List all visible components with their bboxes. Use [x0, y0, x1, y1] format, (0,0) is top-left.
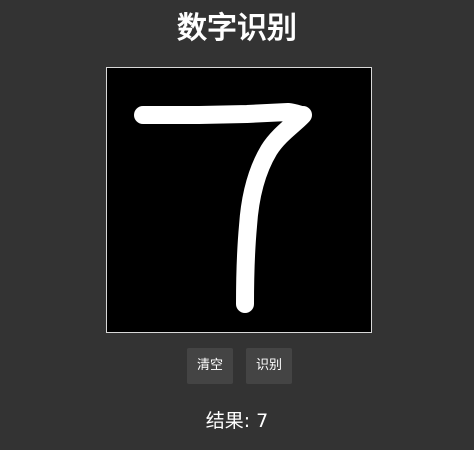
- result-value: 7: [256, 410, 269, 432]
- handwritten-stroke: [134, 103, 312, 313]
- recognize-button[interactable]: 识别: [246, 348, 292, 384]
- page-title: 数字识别: [177, 11, 297, 46]
- clear-button[interactable]: 清空: [187, 348, 233, 384]
- drawing-canvas[interactable]: [106, 67, 372, 333]
- result-label: 结果:: [205, 410, 257, 432]
- result-text: 结果: 7: [0, 407, 474, 435]
